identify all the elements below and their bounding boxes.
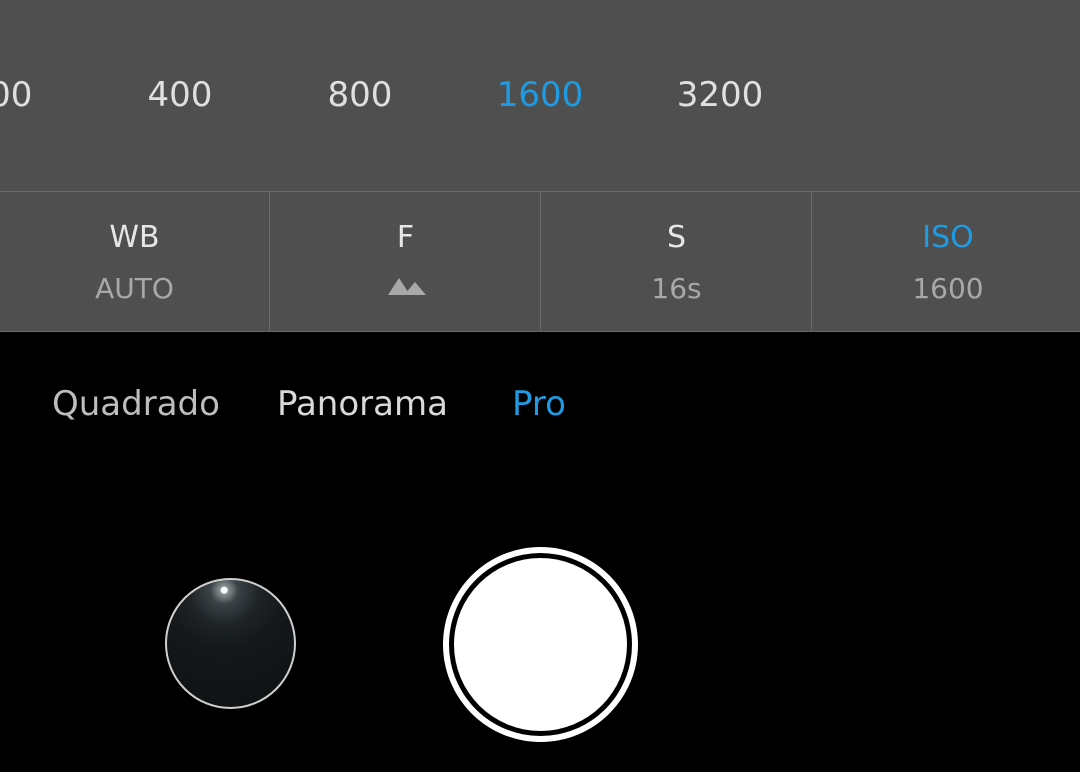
iso-option-1600[interactable]: 1600: [470, 73, 610, 117]
mode-pro[interactable]: Pro: [512, 384, 566, 424]
pro-parameters-bar: WB AUTO F S 16s ISO 1600: [0, 191, 1080, 332]
mode-panorama[interactable]: Panorama: [277, 384, 448, 424]
param-f-label: F: [396, 220, 415, 255]
param-shutter-speed[interactable]: S 16s: [542, 192, 812, 331]
mountain-icon: [388, 278, 426, 295]
mode-quadrado[interactable]: Quadrado: [52, 384, 220, 424]
iso-option-800[interactable]: 800: [290, 73, 430, 117]
camera-mode-selector: Quadrado Panorama Pro: [0, 384, 1080, 424]
param-iso-label: ISO: [922, 220, 974, 255]
param-wb-label: WB: [109, 220, 160, 255]
param-focus[interactable]: F: [271, 192, 541, 331]
param-s-label: S: [666, 220, 687, 255]
param-white-balance[interactable]: WB AUTO: [0, 192, 270, 331]
gallery-thumbnail[interactable]: [165, 578, 296, 709]
param-s-value: 16s: [651, 272, 702, 305]
iso-option-3200[interactable]: 3200: [650, 73, 790, 117]
param-wb-value: AUTO: [95, 272, 174, 305]
iso-option-200[interactable]: 200: [0, 73, 70, 117]
param-iso-value: 1600: [912, 272, 984, 305]
param-iso[interactable]: ISO 1600: [813, 192, 1080, 331]
iso-value-strip[interactable]: 200 400 800 1600 3200: [0, 0, 1080, 191]
shutter-button-inner[interactable]: [454, 558, 627, 731]
iso-option-400[interactable]: 400: [110, 73, 250, 117]
